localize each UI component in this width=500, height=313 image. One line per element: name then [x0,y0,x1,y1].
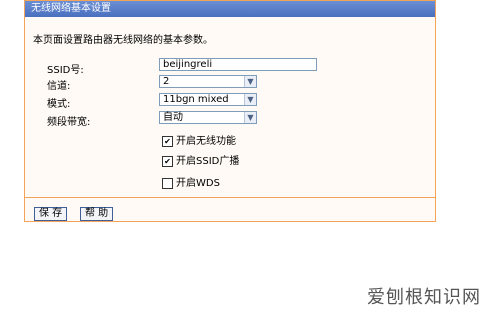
checkbox-enable-wireless[interactable]: ✔ 开启无线功能 [162,132,236,147]
mode-select[interactable]: 11bgn mixed ▼ [159,93,257,106]
checkbox-box[interactable]: ✔ [162,135,173,147]
ssid-label: SSID号: [47,65,84,76]
checkbox-label: 开启WDS [176,178,220,189]
watermark-text: 爱刨根知识网 [367,287,481,308]
checkbox-box[interactable]: ✔ [162,155,173,167]
checkbox-box[interactable] [162,177,173,189]
mode-label: 模式: [47,99,71,110]
bandwidth-value: 自动 [163,112,183,123]
page-description: 本页面设置路由器无线网络的基本参数。 [33,35,213,46]
bandwidth-select[interactable]: 自动 ▼ [159,111,257,124]
chevron-down-icon[interactable]: ▼ [244,76,256,87]
mode-value: 11bgn mixed [163,94,229,105]
channel-select[interactable]: 2 ▼ [159,75,257,88]
ssid-input[interactable]: beijingreli [159,58,317,71]
checkbox-label: 开启无线功能 [176,136,236,147]
checkbox-enable-ssid-broadcast[interactable]: ✔ 开启SSID广播 [162,152,239,167]
help-button[interactable]: 帮 助 [80,207,114,221]
chevron-down-icon[interactable]: ▼ [244,94,256,105]
panel-titlebar: 无线网络基本设置 [25,1,435,17]
channel-value: 2 [163,76,170,87]
wireless-settings-panel: 无线网络基本设置 本页面设置路由器无线网络的基本参数。 SSID号: beiji… [24,0,436,222]
panel-title: 无线网络基本设置 [31,3,111,14]
panel-divider [25,197,435,198]
bandwidth-label: 频段带宽: [47,117,91,128]
checkbox-enable-wds[interactable]: 开启WDS [162,174,220,189]
save-button[interactable]: 保 存 [34,207,68,221]
chevron-down-icon[interactable]: ▼ [244,112,256,123]
channel-label: 信道: [47,81,71,92]
checkbox-label: 开启SSID广播 [176,156,240,167]
